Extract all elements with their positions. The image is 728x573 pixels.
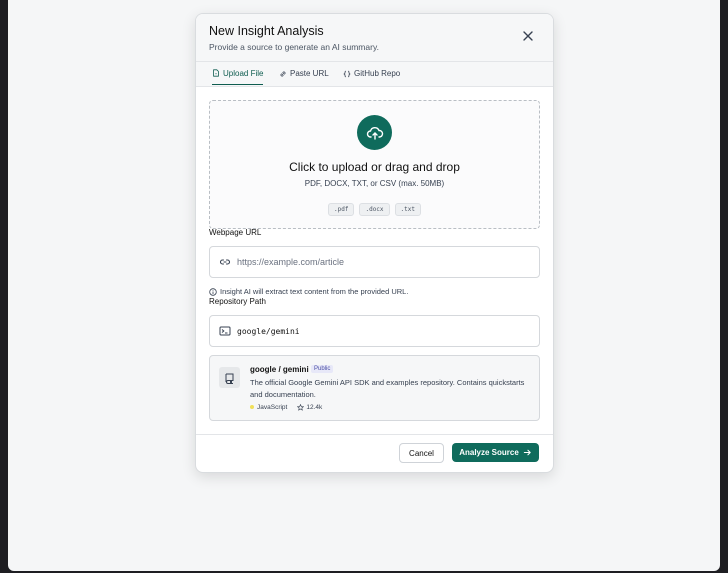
stars-count: 12.4k [306, 404, 323, 411]
repo-description: The official Google Gemini API SDK and e… [250, 378, 525, 399]
tab-upload-file[interactable]: Upload File [212, 62, 264, 85]
repo-path-value: google/gemini [237, 326, 300, 336]
modal-header: New Insight Analysis Provide a source to… [196, 14, 553, 62]
repo-path-input[interactable]: google/gemini [209, 315, 540, 347]
link-icon [219, 256, 231, 268]
url-label: Webpage URL [209, 228, 262, 237]
tab-paste-url[interactable]: Paste URL [279, 62, 329, 85]
language-dot [250, 405, 254, 410]
close-icon [523, 31, 533, 41]
url-hint: Insight AI will extract text content fro… [209, 287, 408, 296]
star-icon [297, 404, 305, 411]
repo-icon [219, 367, 240, 388]
cloud-upload-icon [366, 126, 383, 140]
file-icon [213, 69, 219, 77]
upload-icon-circle [357, 115, 392, 150]
modal-title: New Insight Analysis [209, 24, 324, 38]
tab-label: Upload File [223, 68, 264, 78]
repo-name: google / gemini [250, 365, 309, 374]
file-type-chip: .pdf [328, 203, 355, 216]
url-hint-text: Insight AI will extract text content fro… [220, 287, 409, 296]
analyze-source-button[interactable]: Analyze Source [452, 443, 539, 462]
repo-meta: JavaScript 12.4k [250, 404, 322, 411]
visibility-badge: Public [311, 365, 334, 373]
repo-label: Repository Path [209, 297, 266, 306]
footer-divider [196, 434, 553, 435]
modal-subtitle: Provide a source to generate an AI summa… [209, 42, 379, 52]
code-braces-icon [343, 70, 351, 77]
info-icon [209, 287, 217, 296]
upload-dropzone[interactable]: Click to upload or drag and drop PDF, DO… [209, 100, 540, 229]
page-background: New Insight Analysis Provide a source to… [8, 0, 720, 571]
file-type-chip: .txt [394, 203, 421, 216]
repo-language: JavaScript [250, 404, 287, 411]
url-input[interactable]: https://example.com/article [209, 246, 540, 278]
file-type-chips: .pdf .docx .txt [210, 203, 539, 216]
insight-modal: New Insight Analysis Provide a source to… [195, 13, 554, 473]
upload-subtitle: PDF, DOCX, TXT, or CSV (max. 50MB) [304, 179, 445, 188]
language-label: JavaScript [257, 404, 288, 411]
arrow-right-icon [523, 449, 531, 456]
close-button[interactable] [521, 29, 535, 43]
cancel-button[interactable]: Cancel [399, 443, 444, 463]
terminal-icon [219, 325, 231, 337]
link-icon [280, 71, 286, 76]
repo-stars: 12.4k [297, 404, 322, 411]
analyze-source-label: Analyze Source [459, 448, 519, 457]
repo-preview-card: google / gemini Public The official Goog… [209, 355, 540, 421]
file-type-chip: .docx [359, 203, 390, 216]
tab-bar: Upload File Paste URL GitHub Repo [196, 62, 553, 87]
tab-label: GitHub Repo [354, 69, 401, 78]
tab-label: Paste URL [290, 69, 329, 78]
upload-title: Click to upload or drag and drop [289, 160, 460, 174]
url-placeholder: https://example.com/article [237, 257, 345, 267]
tab-github-repo[interactable]: GitHub Repo [343, 62, 400, 85]
